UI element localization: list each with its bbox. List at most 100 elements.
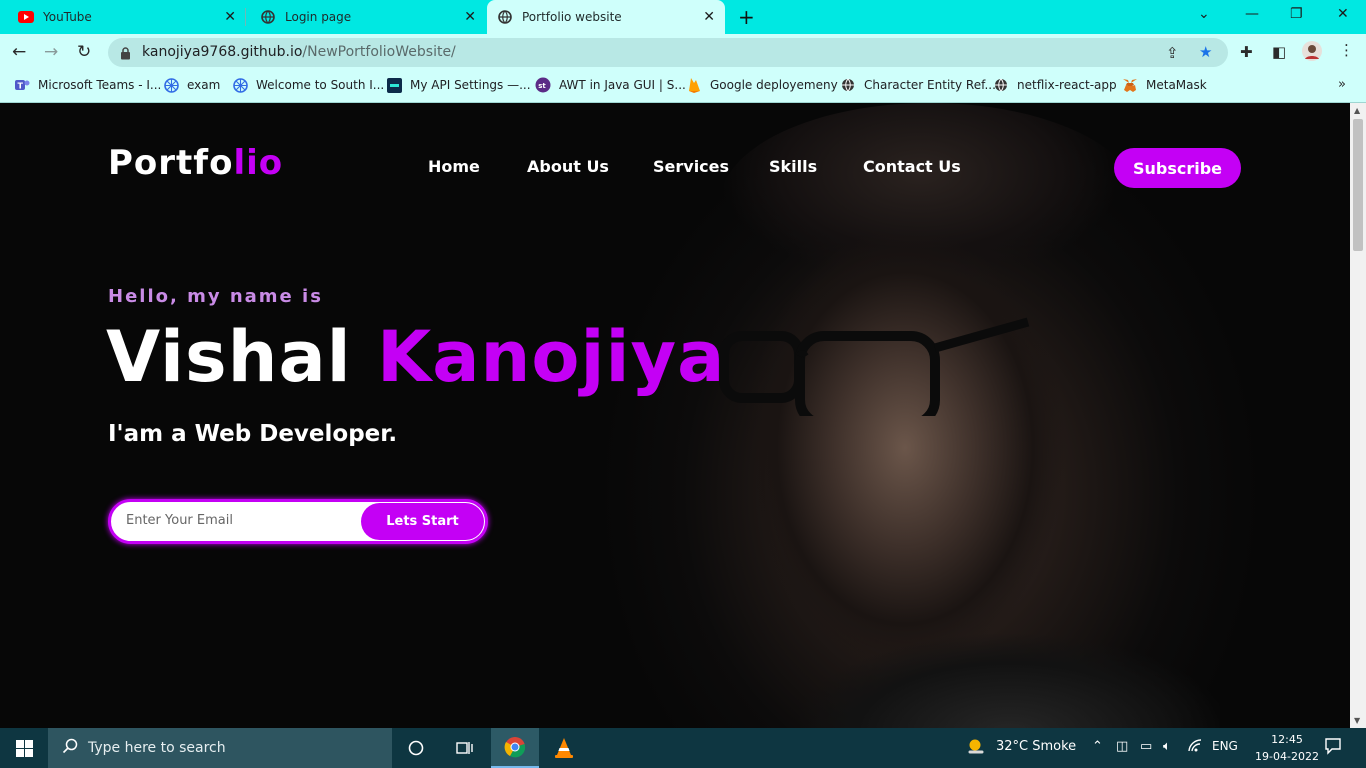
- close-tab-icon[interactable]: ✕: [703, 9, 715, 25]
- lock-icon[interactable]: [120, 45, 131, 64]
- search-placeholder: Type here to search: [88, 740, 226, 756]
- restore-icon[interactable]: ❐: [1290, 6, 1303, 22]
- taskbar-vlc[interactable]: [540, 728, 588, 768]
- address-bar[interactable]: kanojiya9768.github.io/NewPortfolioWebsi…: [108, 38, 1228, 67]
- page-scrollbar[interactable]: ▲ ▼: [1350, 103, 1366, 728]
- cortana-button[interactable]: [392, 728, 440, 768]
- tab-youtube[interactable]: YouTube ✕: [8, 0, 246, 34]
- bookmark-label: AWT in Java GUI | S...: [559, 78, 686, 92]
- bookmark-item[interactable]: Google deployemeny: [686, 77, 838, 93]
- hero-photo-glasses: [719, 317, 1030, 416]
- tab-login-page[interactable]: Login page ✕: [250, 0, 486, 34]
- kubernetes-icon: [163, 77, 179, 93]
- svg-text:T: T: [18, 82, 24, 91]
- bookmark-item[interactable]: Welcome to South I...: [232, 77, 384, 93]
- bookmark-star-icon[interactable]: ★: [1199, 43, 1212, 61]
- globe-icon: [497, 9, 513, 25]
- wifi-icon[interactable]: [1188, 739, 1203, 756]
- meet-now-icon[interactable]: ◫: [1116, 739, 1128, 754]
- bookmark-label: Google deployemeny: [710, 78, 838, 92]
- bookmark-item[interactable]: Character Entity Ref...: [840, 77, 996, 93]
- extensions-puzzle-icon[interactable]: ✚: [1240, 43, 1253, 61]
- hero-first-name: Vishal: [106, 316, 352, 398]
- input-language[interactable]: ENG: [1212, 739, 1238, 753]
- site-logo[interactable]: Portfolio: [108, 143, 283, 183]
- weather-text[interactable]: 32°C Smoke: [996, 739, 1076, 754]
- close-tab-icon[interactable]: ✕: [224, 9, 236, 25]
- volume-icon[interactable]: 🔈︎: [1163, 739, 1171, 754]
- chrome-icon: [504, 737, 526, 758]
- weather-icon[interactable]: [966, 737, 986, 761]
- metamask-icon: [1122, 77, 1138, 93]
- browser-toolbar: ← → ↻ kanojiya9768.github.io/NewPortfoli…: [0, 34, 1366, 71]
- bookmark-item[interactable]: T Microsoft Teams - I...: [14, 77, 161, 93]
- bookmark-item[interactable]: st AWT in Java GUI | S...: [535, 77, 686, 93]
- reload-icon[interactable]: ↻: [77, 42, 91, 62]
- tab-strip: YouTube ✕ Login page ✕ Portfolio website…: [0, 0, 1366, 34]
- logo-main-text: Portfo: [108, 143, 234, 183]
- task-view-button[interactable]: [440, 728, 488, 768]
- lets-start-button[interactable]: Lets Start: [361, 503, 484, 540]
- hero-last-name: Kanojiya: [377, 316, 726, 398]
- subscribe-button[interactable]: Subscribe: [1114, 148, 1241, 188]
- st-icon: st: [535, 77, 551, 93]
- profile-avatar[interactable]: [1302, 41, 1322, 65]
- share-icon[interactable]: ⇪: [1166, 44, 1179, 62]
- close-window-icon[interactable]: ✕: [1337, 6, 1349, 22]
- close-tab-icon[interactable]: ✕: [464, 9, 476, 25]
- battery-icon[interactable]: ▭: [1140, 739, 1152, 754]
- tab-portfolio-website[interactable]: Portfolio website ✕: [487, 0, 725, 34]
- hero-greeting: Hello, my name is: [108, 286, 323, 307]
- bookmark-label: Character Entity Ref...: [864, 78, 996, 92]
- bookmark-label: Microsoft Teams - I...: [38, 78, 162, 92]
- bookmark-item[interactable]: MetaMask: [1122, 77, 1207, 93]
- back-icon[interactable]: ←: [12, 42, 26, 62]
- email-signup-form: Enter Your Email Lets Start: [108, 499, 488, 544]
- new-tab-button[interactable]: +: [738, 5, 755, 29]
- bookmark-label: Welcome to South I...: [256, 78, 385, 92]
- logo-accent-text: lio: [233, 143, 284, 183]
- side-panel-icon[interactable]: ◧: [1272, 43, 1286, 61]
- teams-icon: T: [14, 77, 30, 93]
- nav-link-skills[interactable]: Skills: [769, 157, 817, 176]
- email-input[interactable]: Enter Your Email: [126, 513, 233, 528]
- scroll-down-icon[interactable]: ▼: [1354, 716, 1360, 725]
- minimize-icon[interactable]: —: [1245, 6, 1259, 22]
- tab-search-chevron-icon[interactable]: ⌄: [1198, 6, 1210, 22]
- cortana-icon: [408, 740, 424, 756]
- clock-date: 19-04-2022: [1255, 750, 1319, 763]
- system-clock[interactable]: 12:45 19-04-2022: [1252, 731, 1322, 765]
- tab-title: Portfolio website: [522, 10, 622, 24]
- nav-link-about-us[interactable]: About Us: [527, 157, 609, 176]
- globe-icon: [260, 9, 276, 25]
- windows-logo-icon: [15, 739, 33, 757]
- notifications-icon[interactable]: [1324, 737, 1342, 759]
- scrollbar-thumb[interactable]: [1353, 119, 1363, 251]
- scroll-up-icon[interactable]: ▲: [1354, 106, 1360, 115]
- taskbar-chrome[interactable]: [491, 728, 539, 768]
- bookmark-label: My API Settings —...: [410, 78, 531, 92]
- svg-text:st: st: [538, 82, 546, 90]
- kubernetes-icon: [232, 77, 248, 93]
- url-host: kanojiya9768.github.io: [142, 44, 303, 60]
- tab-title: Login page: [285, 10, 352, 24]
- browser-menu-icon[interactable]: ⋮: [1339, 41, 1354, 59]
- taskbar-search-box[interactable]: Type here to search: [48, 728, 392, 768]
- vlc-icon: [555, 738, 573, 758]
- url-path: /NewPortfolioWebsite/: [302, 44, 456, 60]
- url-text[interactable]: kanojiya9768.github.io/NewPortfolioWebsi…: [142, 44, 456, 60]
- bookmark-item[interactable]: netflix-react-app: [993, 77, 1117, 93]
- nav-link-home[interactable]: Home: [428, 157, 480, 176]
- start-button[interactable]: [0, 728, 48, 768]
- youtube-icon: [18, 9, 34, 25]
- bookmark-label: netflix-react-app: [1017, 78, 1117, 92]
- bookmarks-overflow-icon[interactable]: »: [1338, 77, 1346, 92]
- nav-link-services[interactable]: Services: [653, 157, 729, 176]
- windows-taskbar: Type here to search 32°C Smoke ⌃ ◫ ▭ 🔈︎ …: [0, 728, 1366, 768]
- show-hidden-icons-chevron-icon[interactable]: ⌃: [1092, 739, 1103, 754]
- bookmark-item[interactable]: exam: [163, 77, 220, 93]
- forward-icon[interactable]: →: [44, 42, 58, 62]
- nav-link-contact-us[interactable]: Contact Us: [863, 157, 961, 176]
- bookmark-item[interactable]: My API Settings —...: [386, 77, 531, 93]
- firebase-icon: [686, 77, 702, 93]
